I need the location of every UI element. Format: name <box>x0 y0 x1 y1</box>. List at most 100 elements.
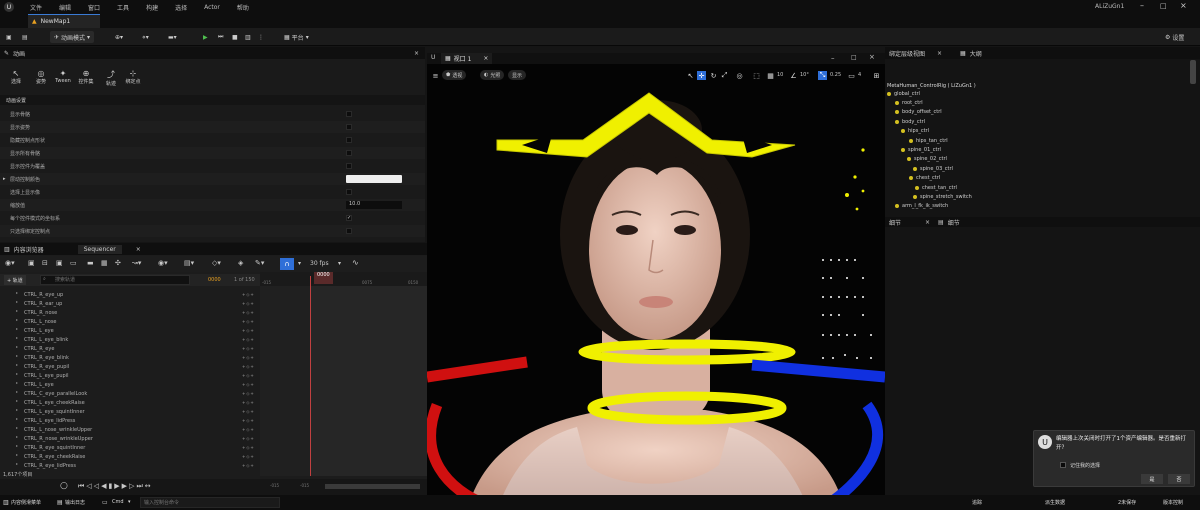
minimize-icon[interactable]: – <box>1140 1 1144 10</box>
track-row[interactable]: ▸ CTRL_R_nose +◇+ <box>0 308 260 317</box>
filter-icon[interactable]: ▤▾ <box>184 259 194 267</box>
track-row[interactable]: ▸ CTRL_R_nose_wrinkleUpper +◇+ <box>0 434 260 443</box>
expand-icon[interactable]: ▸ <box>16 461 18 466</box>
trace-button[interactable]: 追踪 <box>972 499 982 506</box>
tab-viewport-1[interactable]: ▦ 视口 1 × <box>441 53 493 64</box>
scale-value-input[interactable]: 10.0 <box>346 201 402 209</box>
anim-tool-5[interactable]: ⊹ 绑定点 <box>122 69 144 85</box>
save-icon[interactable]: ▣ <box>28 259 35 267</box>
timeline-scrollbar[interactable] <box>325 484 420 489</box>
track-key-controls[interactable]: +◇+ <box>242 391 255 396</box>
derived-data-button[interactable]: 派生数据 <box>1045 499 1065 506</box>
track-search-input[interactable] <box>40 275 190 285</box>
setting-checkbox[interactable] <box>346 228 352 234</box>
track-row[interactable]: ▸ CTRL_L_eye +◇+ <box>0 326 260 335</box>
track-key-controls[interactable]: +◇+ <box>242 445 255 450</box>
anim-tool-3[interactable]: ⊕ 控件集 <box>75 69 97 85</box>
rig-control-item[interactable]: spine_02_ctrl <box>907 155 947 164</box>
track-key-controls[interactable]: +◇+ <box>242 355 255 360</box>
rig-control-item[interactable]: body_offset_ctrl <box>895 108 942 117</box>
output-log-button[interactable]: 输出日志 <box>65 499 85 506</box>
close-icon[interactable]: × <box>869 53 875 61</box>
tab-outliner[interactable]: 大纲 <box>970 49 982 58</box>
tab-details-2[interactable]: 细节 <box>948 218 960 227</box>
current-frame[interactable]: 0000 <box>208 277 221 283</box>
tab-sequencer[interactable]: Sequencer <box>77 244 122 254</box>
track-key-controls[interactable]: +◇+ <box>242 319 255 324</box>
rig-control-item[interactable]: chest_tan_ctrl <box>915 183 957 192</box>
grid-snap-icon[interactable]: ▦ <box>766 71 775 80</box>
expand-icon[interactable]: ▸ <box>16 443 18 448</box>
scale-snap-icon[interactable]: ⤡ <box>818 71 827 80</box>
expand-icon[interactable]: ▸ <box>16 452 18 457</box>
render-icon[interactable]: ▣ <box>56 259 63 267</box>
setting-checkbox[interactable] <box>346 137 352 143</box>
yes-button[interactable]: 是 <box>1141 474 1163 484</box>
maximize-icon[interactable]: □ <box>1160 2 1167 10</box>
track-key-controls[interactable]: +◇+ <box>242 301 255 306</box>
settings-button[interactable]: ⚙ 设置 <box>1165 31 1184 43</box>
rig-control-item[interactable]: spine_stretch_switch <box>913 192 972 201</box>
maximize-icon[interactable]: □ <box>851 54 857 61</box>
timeline-ruler[interactable]: -015 0000 0075 0150 <box>260 272 427 286</box>
rig-control-item[interactable]: global_ctrl <box>887 89 920 98</box>
cinematics-icon[interactable]: ▬▾ <box>168 31 177 43</box>
expand-icon[interactable]: ▸ <box>16 434 18 439</box>
play-icon[interactable]: ▶ <box>203 31 208 43</box>
save-icon[interactable]: ▣ <box>6 31 12 43</box>
track-key-controls[interactable]: +◇+ <box>242 400 255 405</box>
blueprint-icon[interactable]: ⋄▾ <box>142 31 149 43</box>
snap-icon[interactable]: ∩ <box>280 258 294 270</box>
tab-content-browser[interactable]: 内容浏览器 <box>14 245 44 254</box>
track-key-controls[interactable]: +◇+ <box>242 373 255 378</box>
setting-checkbox[interactable] <box>346 163 352 169</box>
surface-snap-icon[interactable]: ⬚ <box>752 71 761 80</box>
track-row[interactable]: ▸ CTRL_R_eye_up +◇+ <box>0 290 260 299</box>
expand-icon[interactable]: ▸ <box>16 380 18 385</box>
anim-tool-1[interactable]: ◎ 姿势 <box>30 69 52 85</box>
track-key-controls[interactable]: +◇+ <box>242 337 255 342</box>
menu-help[interactable]: 帮助 <box>237 3 249 12</box>
unsaved-button[interactable]: 2未保存 <box>1118 499 1136 506</box>
grid-size[interactable]: 10 <box>777 72 783 78</box>
track-key-controls[interactable]: +◇+ <box>242 328 255 333</box>
close-icon[interactable]: × <box>1180 1 1187 10</box>
eject-icon[interactable]: ▥ <box>245 31 251 43</box>
select-icon[interactable]: ↖ <box>686 71 695 80</box>
track-key-controls[interactable]: +◇+ <box>242 346 255 351</box>
track-key-controls[interactable]: +◇+ <box>242 463 255 468</box>
content-drawer-button[interactable]: 内容侧滑菜单 <box>11 499 41 506</box>
curve-icon[interactable]: ↝▾ <box>132 259 141 267</box>
rig-control-item[interactable]: chest_ctrl <box>909 174 940 183</box>
expand-icon[interactable]: ▸ <box>16 425 18 430</box>
film-icon[interactable]: ▬ <box>87 259 94 267</box>
platform-dropdown[interactable]: ▦ 平台 ▾ <box>284 31 309 43</box>
perspective-button[interactable]: ⬟ 透视 <box>442 70 467 80</box>
track-key-controls[interactable]: +◇+ <box>242 382 255 387</box>
transport-controls[interactable]: ⏮◁◁◀▮▶▶▷⏭↔ <box>78 482 153 491</box>
menu-file[interactable]: 文件 <box>30 3 42 12</box>
key-icon[interactable]: ✣ <box>115 259 121 267</box>
lit-button[interactable]: ◐ 光照 <box>480 70 505 80</box>
show-button[interactable]: 显示 <box>508 70 527 80</box>
rig-control-item[interactable]: spine_03_ctrl <box>913 164 953 173</box>
rig-control-item[interactable]: hips_tan_ctrl <box>909 136 948 145</box>
close-icon[interactable]: × <box>414 50 419 57</box>
close-icon[interactable]: × <box>483 55 488 62</box>
layout-icon[interactable]: ⊞ <box>872 71 881 80</box>
expand-icon[interactable]: ▸ <box>16 362 18 367</box>
track-row[interactable]: ▸ CTRL_R_eye_blink +◇+ <box>0 353 260 362</box>
brush-icon[interactable]: ✎▾ <box>255 259 264 267</box>
track-key-controls[interactable]: +◇+ <box>242 409 255 414</box>
rig-control-item[interactable]: arm_l_fk_ik_switch <box>895 202 948 211</box>
tab-rig-hierarchy[interactable]: 绑定层级视图 <box>889 49 925 58</box>
add-actor-icon[interactable]: ⊕▾ <box>115 31 123 43</box>
expand-icon[interactable]: ▸ <box>16 389 18 394</box>
expand-icon[interactable]: ▸ <box>16 407 18 412</box>
setting-checkbox[interactable] <box>346 124 352 130</box>
rotate-icon[interactable]: ↻ <box>709 71 718 80</box>
cmd-dropdown[interactable]: Cmd <box>112 499 124 505</box>
track-key-controls[interactable]: +◇+ <box>242 436 255 441</box>
camera-icon[interactable]: ▭ <box>70 259 77 267</box>
setting-checkbox[interactable] <box>346 189 352 195</box>
